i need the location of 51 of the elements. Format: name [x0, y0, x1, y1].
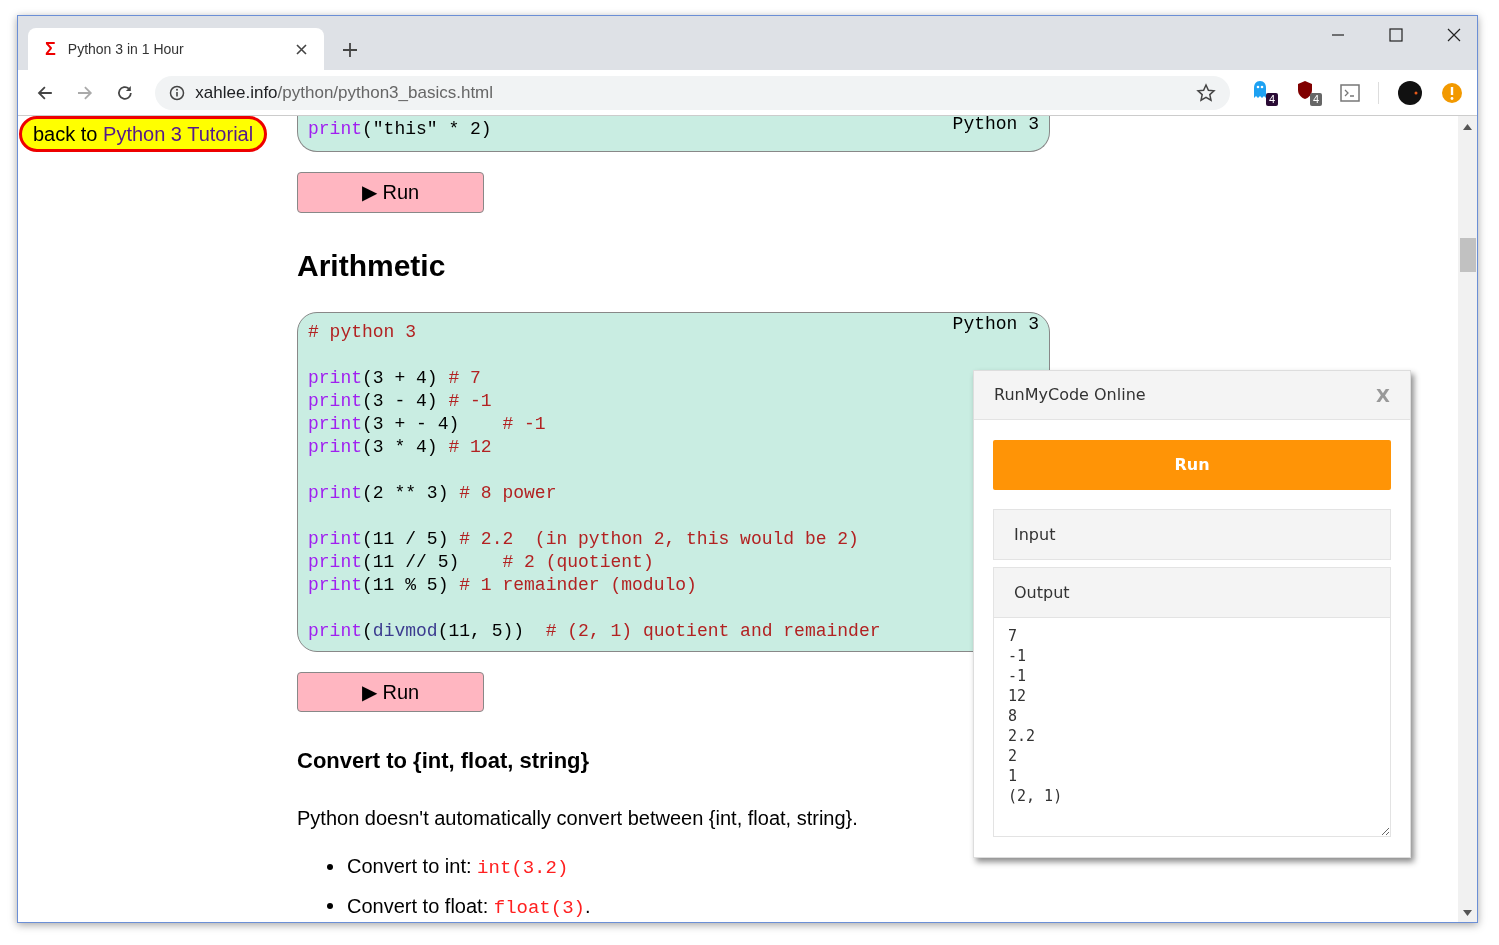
- scroll-up-icon[interactable]: [1463, 124, 1472, 130]
- subsection-heading: Convert to {int, float, string}: [297, 747, 590, 775]
- extension-badge: 4: [1265, 92, 1278, 106]
- run-button[interactable]: ▶ Run: [297, 671, 484, 712]
- bullet-icon: [327, 903, 333, 910]
- section-heading: Arithmetic: [297, 247, 446, 284]
- panel-title: Output: [1014, 581, 1070, 604]
- code-line: print(11 % 5) # 1 remainder (modulo): [308, 573, 697, 597]
- ghost-icon[interactable]: [1252, 79, 1268, 100]
- code-line: print(11 / 5) # 2.2 (in python 2, this would be 2): [308, 527, 859, 551]
- star-icon[interactable]: [1196, 82, 1216, 103]
- popup-title: RunMyCode Online: [994, 384, 1146, 406]
- back-link-badge[interactable]: back to Python 3 Tutorial: [19, 116, 268, 152]
- output-panel[interactable]: Output 7 -1 -1 12 8 2.2 2 1 (2, 1): [993, 567, 1391, 837]
- url-text: xahlee.info/python/python3_basics.html: [195, 81, 495, 104]
- code-line: print(11 // 5) # 2 (quotient): [308, 550, 654, 574]
- avatar-icon[interactable]: [1397, 79, 1423, 106]
- code-line: # python 3: [308, 320, 417, 344]
- input-panel[interactable]: Input: [993, 509, 1391, 560]
- paragraph: Python doesn't automatically convert between {int, float, string}.: [297, 806, 858, 831]
- close-icon[interactable]: [296, 43, 307, 55]
- scroll-down-icon[interactable]: [1463, 910, 1472, 916]
- code-line: print(3 * 4) # 12: [308, 435, 492, 459]
- tab-title: Python 3 in 1 Hour: [67, 39, 185, 59]
- scrollbar-thumb[interactable]: [1460, 238, 1476, 272]
- terminal-icon[interactable]: [1340, 83, 1360, 102]
- code-line: print(3 - 4) # -1: [308, 389, 492, 413]
- browser-tab[interactable]: Σ Python 3 in 1 Hour: [28, 28, 324, 70]
- list-item: Convert to int: int(3.2): [347, 854, 569, 881]
- code-line: print(divmod(11, 5)) # (2, 1) quotient and remainder: [308, 619, 881, 643]
- extension-badge: 4: [1309, 92, 1322, 106]
- panel-title: Input: [1014, 523, 1056, 546]
- maximize-icon[interactable]: [1387, 26, 1405, 44]
- shield-icon[interactable]: [1296, 79, 1314, 100]
- run-button[interactable]: ▶ Run: [297, 172, 484, 213]
- favicon-icon: Σ: [45, 35, 56, 63]
- code-line: print("this" * 2): [308, 118, 492, 141]
- back-link-text[interactable]: back to Python 3 Tutorial: [33, 119, 254, 149]
- language-label: Python 3: [952, 312, 1039, 336]
- language-label: Python 3: [952, 116, 1039, 136]
- code-line: print(3 + 4) # 7: [308, 366, 481, 390]
- close-window-icon[interactable]: [1445, 26, 1463, 44]
- bullet-icon: [327, 863, 333, 870]
- reload-icon[interactable]: [115, 83, 134, 102]
- new-tab-icon[interactable]: [342, 42, 358, 58]
- info-icon[interactable]: [169, 84, 186, 101]
- output-field[interactable]: 7 -1 -1 12 8 2.2 2 1 (2, 1): [994, 618, 1390, 836]
- code-line: print(2 ** 3) # 8 power: [308, 481, 557, 505]
- address-bar[interactable]: xahlee.info/python/python3_basics.html: [155, 75, 1230, 110]
- list-item: Convert to float: float(3).: [347, 893, 591, 921]
- code-line: print(3 + - 4) # -1: [308, 412, 546, 436]
